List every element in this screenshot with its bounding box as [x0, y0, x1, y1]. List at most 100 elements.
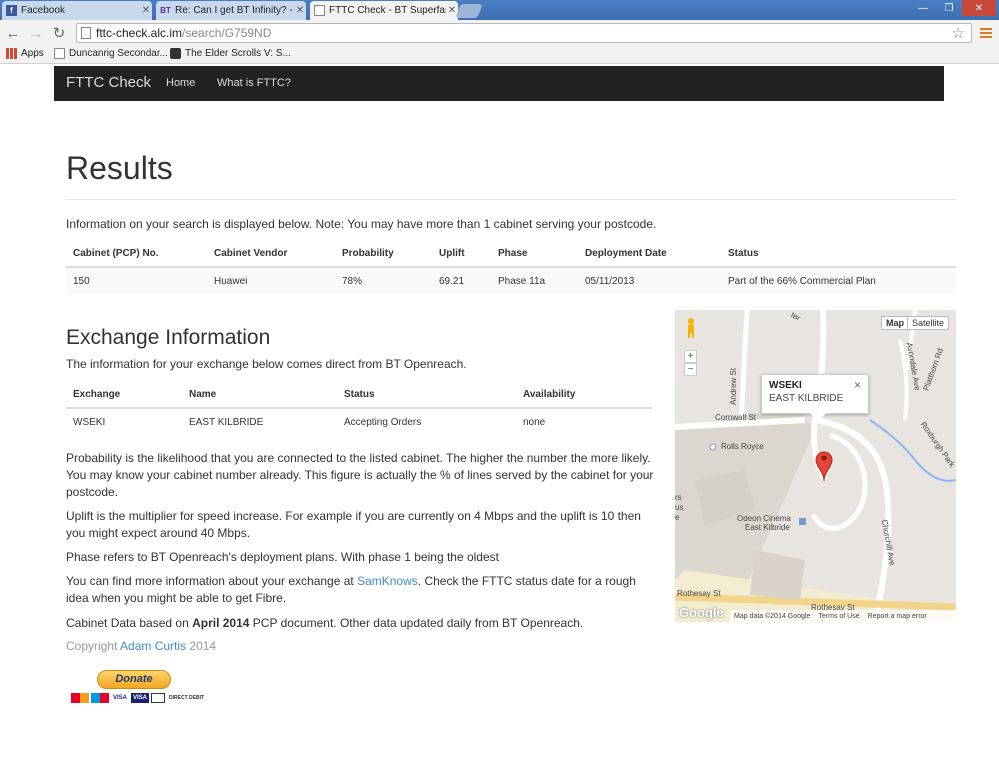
exchange-subtitle: The information for your exchange below …	[66, 357, 467, 371]
bank-icon	[151, 693, 166, 703]
place-label: Rolls Royce	[721, 442, 764, 451]
bookmark-elder-scrolls[interactable]: The Elder Scrolls V: S...	[170, 48, 291, 59]
phase-note: Phase refers to BT Openreach's deploymen…	[66, 550, 499, 564]
maestro-icon	[91, 693, 109, 703]
map-type-satellite-button[interactable]: Satellite	[907, 316, 950, 330]
street-label: us	[675, 503, 684, 512]
cell-status: Part of the 66% Commercial Plan	[721, 267, 956, 294]
cell-status: Accepting Orders	[344, 416, 422, 428]
map-type-map-button[interactable]: Map	[881, 316, 909, 330]
map-info-window: WSEKI EAST KILBRIDE ×	[761, 374, 869, 422]
column-header: Deployment Date	[578, 240, 721, 268]
map-attribution: Map data ©2014 Google	[734, 612, 811, 620]
page-icon	[314, 5, 325, 16]
column-header: Status	[721, 240, 956, 268]
column-header: Name	[182, 381, 337, 409]
close-icon[interactable]: ✕	[140, 5, 152, 16]
table-header-row: Exchange Name Status Availability	[66, 381, 652, 409]
donate-button[interactable]: Donate	[97, 670, 171, 689]
nav-what-is-fttc[interactable]: What is FTTC?	[217, 77, 291, 89]
data-source-text: PCP document. Other data updated daily f…	[249, 616, 584, 630]
copyright: Copyright Adam Curtis 2014	[66, 639, 216, 653]
apps-icon	[6, 48, 17, 59]
bookmark-star-icon[interactable]: ☆	[952, 24, 965, 42]
bookmark-label: Duncanrig Secondar...	[69, 48, 168, 59]
forward-icon[interactable]: →	[27, 24, 45, 42]
address-bar[interactable]: fttc-check.alc.im/search/G759ND ☆	[76, 23, 972, 43]
tab-title: Facebook	[21, 5, 65, 16]
column-header: Probability	[335, 240, 432, 268]
tab-bt-forum[interactable]: BT Re: Can I get BT Infinity? - ✕	[156, 1, 306, 20]
uplift-note: Uplift is the multiplier for speed incre…	[66, 509, 641, 540]
cell-phase: Phase 11a	[491, 267, 578, 294]
probability-note: Probability is the likelihood that you a…	[66, 451, 654, 499]
direct-debit-icon: DIRECT DEBIT	[169, 695, 205, 701]
chrome-menu-icon[interactable]	[978, 25, 994, 41]
visa-electron-icon: VISA	[131, 693, 150, 703]
back-icon[interactable]: ←	[4, 24, 22, 42]
cell-vendor: Huawei	[207, 267, 335, 294]
tab-title: FTTC Check - BT Superfas	[329, 5, 446, 16]
bookmark-label: Apps	[21, 48, 44, 59]
cell-exchange: WSEKI	[73, 416, 106, 428]
url-host: fttc-check.alc.im	[96, 26, 183, 40]
author-link[interactable]: Adam Curtis	[120, 639, 186, 653]
bookmark-apps[interactable]: Apps	[6, 48, 44, 59]
cell-uplift: 69.21	[432, 267, 491, 294]
page-title: Results	[66, 150, 173, 186]
maximize-icon[interactable]: ❐	[936, 0, 962, 16]
street-label: e	[675, 513, 680, 522]
reload-icon[interactable]: ↻	[50, 24, 68, 42]
nav-home[interactable]: Home	[166, 77, 195, 89]
results-intro: Information on your search is displayed …	[66, 217, 657, 231]
report-error-link[interactable]: Report a map error	[868, 613, 927, 620]
google-logo[interactable]: Google	[679, 605, 724, 620]
bookmark-duncanrig[interactable]: Duncanrig Secondar...	[54, 48, 168, 59]
new-tab-button[interactable]	[455, 4, 483, 18]
copyright-text: Copyright	[66, 639, 121, 653]
column-header: Cabinet Vendor	[207, 240, 335, 268]
tab-facebook[interactable]: f Facebook ✕	[2, 1, 152, 20]
window-close-icon[interactable]: ✕	[962, 0, 996, 16]
tab-fttc-check[interactable]: FTTC Check - BT Superfas ✕	[310, 1, 458, 20]
results-table: Cabinet (PCP) No. Cabinet Vendor Probabi…	[66, 240, 956, 294]
zoom-in-button[interactable]: +	[684, 350, 697, 363]
bookmark-label: The Elder Scrolls V: S...	[185, 48, 291, 59]
site-brand[interactable]: FTTC Check	[66, 74, 151, 91]
street-label: Rothesay St	[677, 589, 721, 598]
cell-availability: none	[523, 416, 546, 428]
terms-link[interactable]: Terms of Use	[818, 613, 859, 620]
column-header: Availability	[516, 381, 652, 409]
close-icon[interactable]: ✕	[294, 5, 306, 16]
column-header: Status	[337, 381, 516, 409]
street-label: Cornwall St	[715, 413, 756, 422]
table-row: 150 Huawei 78% 69.21 Phase 11a 05/11/201…	[66, 267, 956, 294]
tab-title: Re: Can I get BT Infinity? -	[175, 5, 293, 16]
column-header: Cabinet (PCP) No.	[66, 240, 207, 268]
more-info-text: You can find more information about your…	[66, 574, 358, 588]
more-info-note: You can find more information about your…	[66, 573, 656, 607]
url-path: /search/G759ND	[182, 26, 272, 40]
browser-tabstrip: f Facebook ✕ BT Re: Can I get BT Infinit…	[0, 0, 999, 20]
map-footer: Map data ©2014 Google Terms of Use Repor…	[730, 610, 956, 622]
facebook-icon: f	[6, 5, 17, 16]
info-exchange-name: EAST KILBRIDE	[769, 393, 844, 404]
table-row: WSEKI EAST KILBRIDE Accepting Orders non…	[66, 408, 652, 435]
street-label: rs	[675, 493, 682, 502]
payment-cards: VISA VISA DIRECT DEBIT	[71, 693, 206, 703]
column-header: Exchange	[66, 381, 182, 409]
pegman-icon[interactable]	[685, 317, 697, 339]
street-label: Andrew St	[728, 368, 738, 405]
minimize-icon[interactable]: —	[910, 0, 936, 16]
samknows-link[interactable]: SamKnows	[357, 574, 418, 588]
column-header: Uplift	[432, 240, 491, 268]
zoom-out-button[interactable]: −	[684, 363, 697, 376]
table-header-row: Cabinet (PCP) No. Cabinet Vendor Probabi…	[66, 240, 956, 268]
data-source-date: April 2014	[192, 616, 250, 630]
bt-icon: BT	[160, 6, 171, 15]
place-label: East Kilbride	[745, 523, 790, 532]
close-icon[interactable]: ×	[854, 378, 861, 392]
game-icon	[170, 48, 181, 59]
map[interactable]: + − Map Satellite ter Cornwall St Andrew…	[675, 310, 956, 622]
exchange-title: Exchange Information	[66, 326, 271, 349]
